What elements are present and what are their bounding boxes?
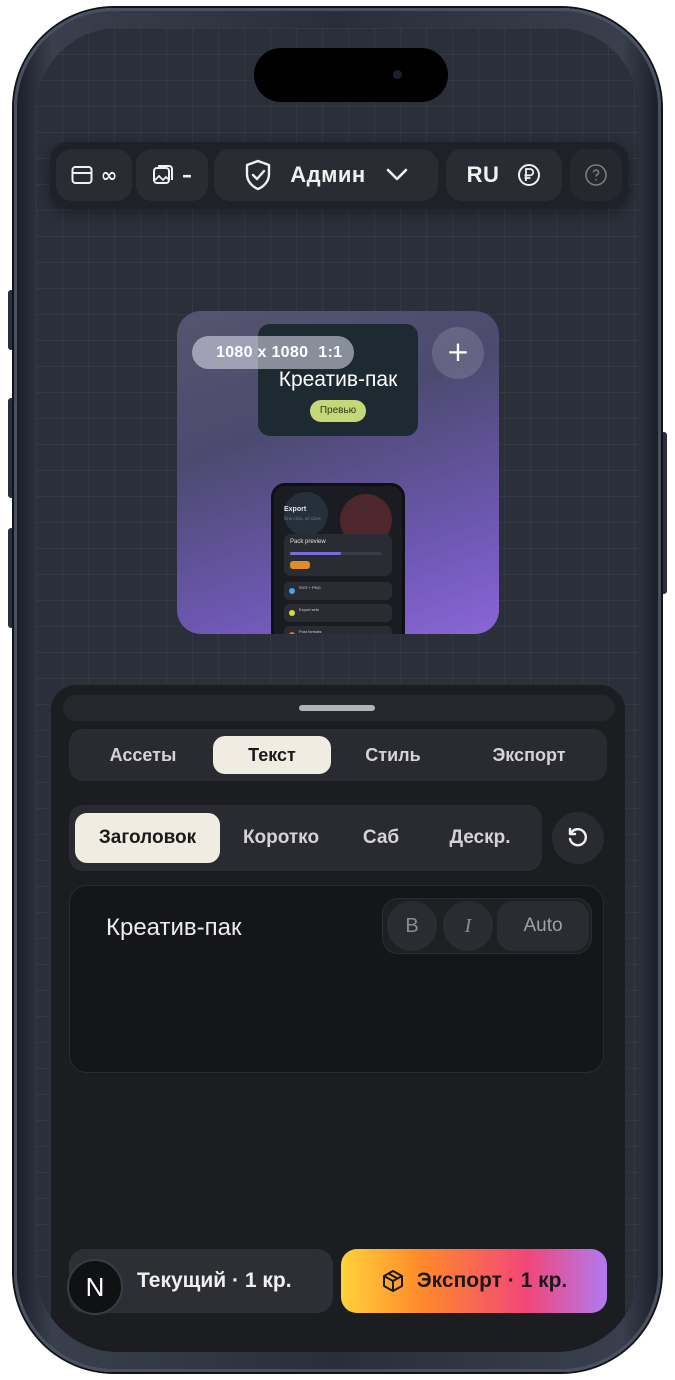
language-label: RU <box>466 162 500 187</box>
power-button <box>661 432 667 594</box>
tab-export[interactable]: Экспорт <box>459 736 599 774</box>
creative-preview[interactable]: Креатив-пак Превью 1080 x 1080 1:1 + Expo… <box>177 311 499 634</box>
mini-phone-row: SVG + PNG <box>284 582 392 600</box>
panel-infinity: ∞ <box>100 163 118 187</box>
text-field-tabs: Заголовок Коротко Саб Дескр. <box>69 805 542 871</box>
tab-assets[interactable]: Ассеты <box>77 736 209 774</box>
preview-card-title: Креатив-пак <box>278 368 398 391</box>
auto-size-button[interactable]: Auto <box>497 901 589 951</box>
panel-toggle-button[interactable]: ∞ <box>56 149 132 201</box>
image-toggle-button[interactable]: – <box>136 149 208 201</box>
mini-phone-mockup: Export One click, all sizes Pack preview… <box>271 483 405 634</box>
reset-button[interactable] <box>552 812 604 864</box>
size-label: 1080 x 1080 <box>216 344 309 361</box>
editor-tabs: Ассеты Текст Стиль Экспорт <box>69 729 607 781</box>
box-icon <box>382 1270 403 1292</box>
export-all-button[interactable]: Экспорт · 1 кр. <box>341 1249 607 1313</box>
top-toolbar: ∞ – Админ RU <box>50 142 628 208</box>
chevron-down-icon <box>386 168 408 181</box>
role-label: Админ <box>290 162 366 187</box>
reset-icon <box>568 827 587 847</box>
panel-icon <box>71 166 93 184</box>
help-button[interactable] <box>570 149 622 201</box>
subtab-sub[interactable]: Саб <box>341 813 421 863</box>
mini-phone-progress <box>290 552 382 555</box>
framework-badge[interactable]: N <box>67 1259 123 1315</box>
add-button[interactable]: + <box>432 327 484 379</box>
image-minus: – <box>182 163 192 187</box>
mini-phone-row: Export sets <box>284 604 392 622</box>
mini-phone-title: Export <box>284 506 307 513</box>
ratio-label: 1:1 <box>318 344 343 361</box>
size-badge: 1080 x 1080 1:1 <box>192 336 354 369</box>
export-all-label: Экспорт · 1 кр. <box>416 1269 568 1292</box>
bottom-sheet: Ассеты Текст Стиль Экспорт Заголовок Кор… <box>50 684 626 1352</box>
phone-screen: ∞ – Админ RU Креатив-пак Превью 1080 x 1… <box>36 28 639 1352</box>
subtab-description[interactable]: Дескр. <box>425 813 535 863</box>
mini-phone-card: Pack preview <box>284 534 392 576</box>
sheet-handle-area[interactable] <box>63 695 615 721</box>
sheet-drag-handle[interactable] <box>299 705 375 711</box>
italic-button[interactable]: I <box>443 901 493 951</box>
preview-badge: Превью <box>310 400 366 422</box>
bold-button[interactable]: B <box>387 901 437 951</box>
subtab-heading[interactable]: Заголовок <box>75 813 220 863</box>
phone-frame: ∞ – Админ RU Креатив-пак Превью 1080 x 1… <box>14 8 661 1372</box>
tab-style[interactable]: Стиль <box>335 736 451 774</box>
text-editor[interactable]: Креатив-пак B I Auto <box>69 885 604 1073</box>
ruble-icon <box>518 164 541 186</box>
language-button[interactable]: RU <box>446 149 562 201</box>
image-icon <box>153 165 173 184</box>
subtab-short[interactable]: Коротко <box>225 813 337 863</box>
format-controls: B I Auto <box>382 898 592 954</box>
editor-text[interactable]: Креатив-пак <box>106 914 241 942</box>
tab-text[interactable]: Текст <box>213 736 331 774</box>
help-icon <box>585 164 607 186</box>
shield-icon <box>246 159 271 191</box>
dynamic-island <box>254 48 448 102</box>
mini-phone-subtitle: One click, all sizes <box>284 516 321 521</box>
mini-phone-card-label: Pack preview <box>290 539 326 545</box>
mini-phone-row: Post formats <box>284 626 392 634</box>
role-dropdown[interactable]: Админ <box>214 149 438 201</box>
